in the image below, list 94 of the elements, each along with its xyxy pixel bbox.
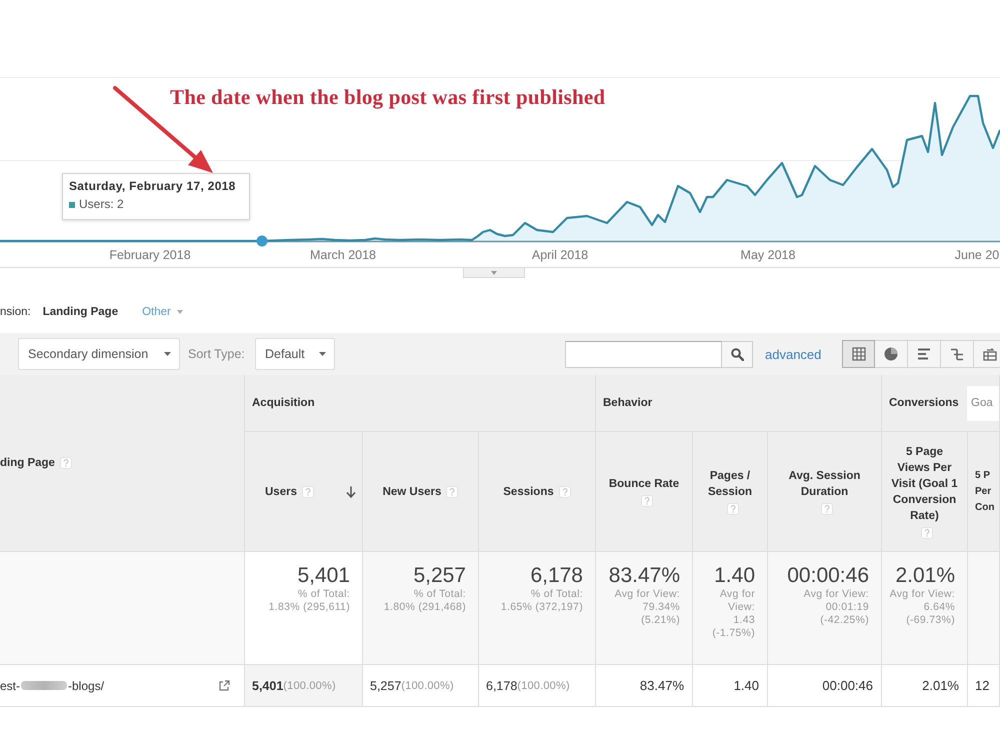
total-value: 6,178 <box>530 563 583 588</box>
help-icon <box>821 503 833 515</box>
column-header[interactable]: ding Page <box>0 375 245 552</box>
comparison-note: % of Total: 1.80% (291,468) <box>384 588 466 614</box>
total-value: 1.40 <box>714 563 755 588</box>
group-label: Behavior <box>603 397 652 409</box>
column-header[interactable]: New Users <box>363 432 479 552</box>
help-icon <box>640 495 652 507</box>
x-axis-label: June 20 <box>954 248 1000 263</box>
help-icon <box>558 486 571 498</box>
bars-view-button[interactable] <box>908 340 941 368</box>
pivot-table-icon <box>983 348 997 360</box>
x-axis-label: May 2018 <box>740 248 796 263</box>
group-label: Conversions <box>889 397 959 409</box>
share-percent: (100.00%) <box>401 680 454 692</box>
sort-type-dropdown[interactable]: Default <box>255 338 335 370</box>
table-cell: 2.01% <box>882 665 968 707</box>
group-label: Acquisition <box>252 397 315 409</box>
advanced-link[interactable]: advanced <box>765 346 831 362</box>
tooltip-value: Users: 2 <box>79 197 124 212</box>
pie-view-button[interactable] <box>875 340 908 368</box>
header-label: ding Page <box>0 456 55 471</box>
search-icon <box>730 348 744 360</box>
search-button[interactable] <box>722 340 753 368</box>
bar-chart-icon <box>917 348 931 360</box>
help-icon <box>60 457 72 469</box>
caret-icon <box>319 352 326 356</box>
comparison-icon <box>950 348 964 360</box>
help-icon <box>302 486 314 498</box>
header-label: 5 P Per Con <box>975 468 996 514</box>
help-icon <box>446 486 458 498</box>
header-label: Sessions <box>503 484 554 500</box>
column-header[interactable]: Avg. Session Duration <box>768 432 882 552</box>
column-header[interactable]: 5 P Per Con <box>968 432 1000 552</box>
tooltip-date: Saturday, February 17, 2018 <box>69 179 236 194</box>
help-icon <box>921 527 933 539</box>
header-label: New Users <box>382 484 442 500</box>
total-value: 00:00:46 <box>787 563 869 588</box>
total-value: 2.01% <box>895 563 955 588</box>
table-cell: 83.47% <box>596 665 693 707</box>
table-cell: 00:00:46 <box>768 665 882 707</box>
share-percent: (100.00%) <box>283 680 336 692</box>
comparison-note: Avg for View: 1.43 (-1.75%) <box>711 588 755 640</box>
comparison-note: % of Total: 1.65% (372,197) <box>500 588 583 614</box>
grid-view-button[interactable] <box>842 340 875 368</box>
cell-value: 5,401 <box>252 678 284 692</box>
comparison-note: Avg for View: 00:01:19 (-42.25%) <box>804 588 869 627</box>
annotation-text: The date when the blog post was first published <box>170 85 606 109</box>
table-grid-icon <box>852 347 866 361</box>
comparison-view-button[interactable] <box>941 340 974 368</box>
sort-arrow-icon <box>346 486 356 498</box>
header-label: 5 Page Views Per Visit (Goal 1 Conversion Rate) <box>890 445 959 524</box>
goal-dropdown[interactable]: Goa <box>967 386 999 420</box>
column-header[interactable]: Pages / Session <box>693 432 768 552</box>
data-point-marker <box>256 236 268 246</box>
pivot-view-button[interactable] <box>974 340 1000 368</box>
column-header[interactable]: 5 Page Views Per Visit (Goal 1 Conversion Rate) <box>882 432 968 552</box>
landing-page-link[interactable]: est- <box>0 678 20 692</box>
redacted-text-block <box>21 681 68 690</box>
total-value: 83.47% <box>608 563 680 588</box>
total-value: 5,257 <box>413 563 466 588</box>
x-axis-label: March 2018 <box>310 248 376 263</box>
header-label: Avg. Session Duration <box>788 469 862 500</box>
caret-icon <box>176 310 183 314</box>
comparison-note: % of Total: 1.83% (295,611) <box>268 588 350 614</box>
chart-collapse-handle[interactable] <box>463 268 525 278</box>
cell-value: 6,178 <box>486 678 518 692</box>
header-label: Users <box>265 484 297 500</box>
column-header[interactable]: Users <box>245 432 363 552</box>
dimension-label: nsion: <box>0 306 31 318</box>
share-percent: (100.00%) <box>517 680 570 692</box>
x-axis-label: February 2018 <box>109 248 191 263</box>
column-header[interactable]: Bounce Rate <box>596 432 693 552</box>
x-axis-label: April 2018 <box>532 248 588 263</box>
total-value: 5,401 <box>297 563 350 588</box>
header-label: Pages / Session <box>706 469 754 500</box>
sort-type-label: Sort Type: <box>188 347 246 361</box>
cell-value: 5,257 <box>370 678 402 692</box>
comparison-note: Avg for View: 6.64% (-69.73%) <box>890 588 955 627</box>
table-cell: 1.40 <box>693 665 768 707</box>
help-icon <box>726 503 738 515</box>
search-field[interactable] <box>565 340 722 368</box>
secondary-dimension-dropdown[interactable]: Secondary dimension <box>18 338 180 370</box>
header-label: Bounce Rate <box>608 477 680 492</box>
comparison-note: Avg for View: 79.34% (5.21%) <box>614 588 680 627</box>
caret-icon <box>491 270 497 274</box>
caret-icon <box>164 352 171 356</box>
table-cell: 12 <box>968 665 1000 707</box>
external-link-icon[interactable] <box>219 680 230 691</box>
landing-page-link[interactable]: -blogs/ <box>68 678 104 692</box>
dimension-option[interactable]: Landing Page <box>42 306 118 318</box>
column-header[interactable]: Sessions <box>479 432 596 552</box>
series-swatch-icon <box>69 202 75 208</box>
pie-chart-icon <box>884 347 898 361</box>
